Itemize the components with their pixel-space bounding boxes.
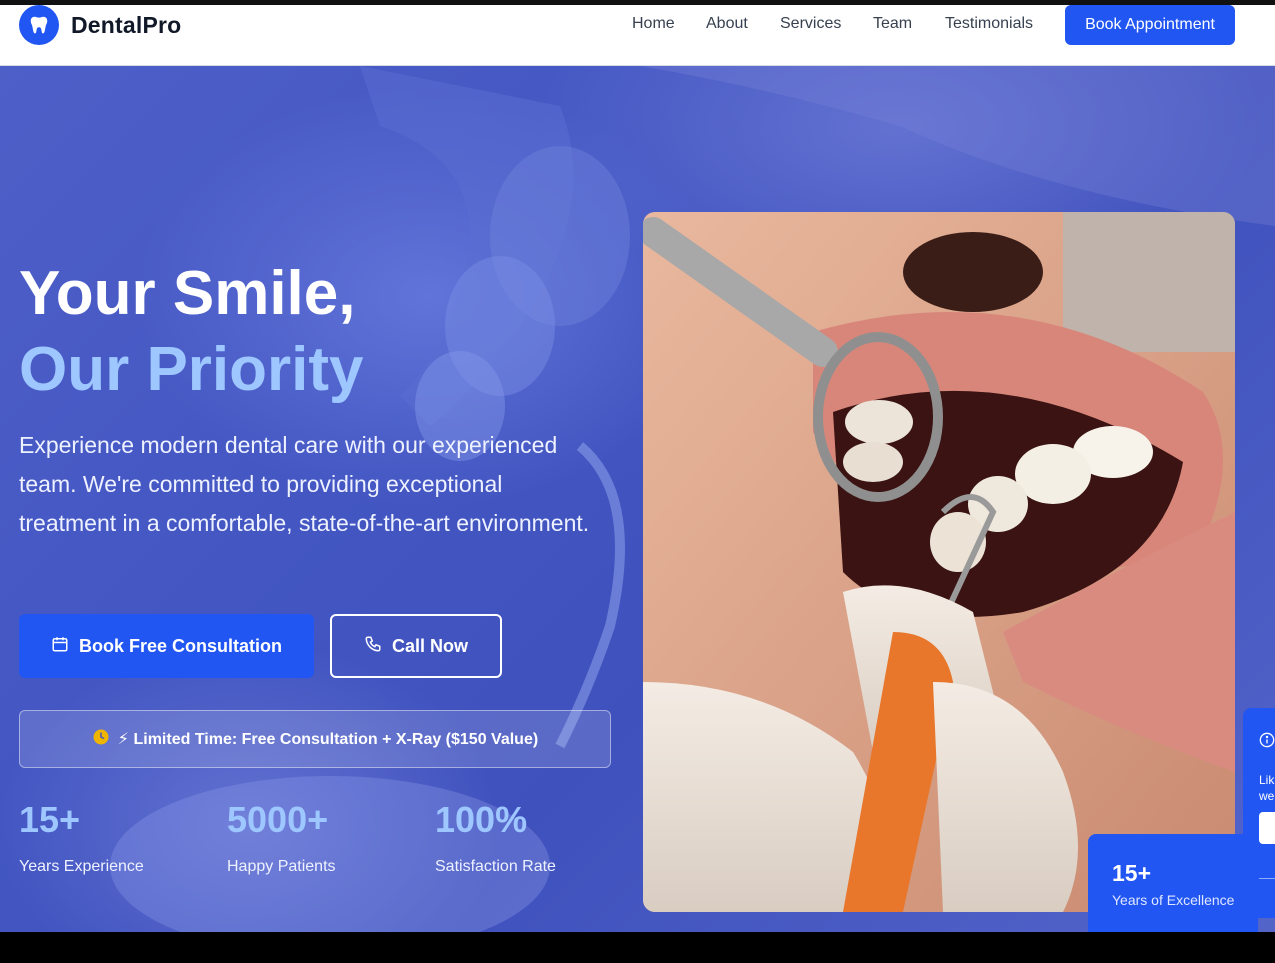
stat-value: 100%	[435, 799, 528, 840]
logo[interactable]: DentalPro	[19, 5, 181, 45]
stat-years: 15+ Years Experience	[19, 800, 144, 876]
calendar-icon	[51, 635, 69, 658]
phone-icon	[364, 635, 382, 658]
hero-subtitle: Experience modern dental care with our e…	[19, 432, 590, 536]
info-icon	[1259, 732, 1275, 753]
side-widget-text-line2: we	[1259, 789, 1275, 803]
stat-label: Satisfaction Rate	[435, 858, 556, 875]
promo-text: ⚡ Limited Time: Free Consultation + X-Ra…	[117, 731, 539, 748]
experience-label: Years of Excellence	[1112, 892, 1235, 908]
dental-exam-photo	[643, 212, 1235, 912]
book-appointment-button[interactable]: Book Appointment	[1065, 5, 1235, 45]
call-now-button[interactable]: Call Now	[330, 614, 502, 678]
page-bottom-band	[0, 932, 1275, 963]
hero-title-line2: Our Priority	[19, 335, 364, 404]
nav-home[interactable]: Home	[632, 15, 675, 33]
nav-team[interactable]: Team	[873, 15, 912, 33]
side-widget-text-line1: Lik	[1259, 773, 1275, 787]
stat-satisfaction: 100% Satisfaction Rate	[435, 800, 556, 876]
stat-value: 15+	[19, 799, 81, 840]
stat-patients: 5000+ Happy Patients	[227, 800, 336, 876]
tooth-icon	[19, 5, 59, 45]
hero-section: Your Smile, Our Priority Experience mode…	[0, 66, 1275, 932]
stat-label: Happy Patients	[227, 858, 336, 875]
promo-banner: ⚡ Limited Time: Free Consultation + X-Ra…	[19, 710, 611, 768]
experience-value: 15+	[1112, 860, 1152, 886]
side-chat-widget[interactable]: Lik we	[1243, 708, 1275, 918]
brand-name: DentalPro	[71, 11, 182, 38]
stat-label: Years Experience	[19, 858, 144, 875]
book-free-consultation-button[interactable]: Book Free Consultation	[19, 614, 314, 678]
experience-card: 15+ Years of Excellence	[1088, 834, 1258, 932]
clock-icon	[92, 728, 110, 751]
side-widget-divider	[1259, 878, 1275, 879]
nav-about[interactable]: About	[706, 15, 748, 33]
hero-title-line1: Your Smile,	[19, 259, 356, 328]
stat-value: 5000+	[227, 799, 329, 840]
side-widget-input[interactable]	[1259, 812, 1275, 844]
call-now-label: Call Now	[391, 635, 468, 656]
navbar: DentalPro Home About Services Team Testi…	[0, 5, 1275, 66]
book-free-consultation-label: Book Free Consultation	[78, 635, 282, 656]
nav-testimonials[interactable]: Testimonials	[945, 15, 1033, 33]
hero-title: Your Smile, Our Priority	[19, 256, 364, 408]
side-widget-text: Lik we	[1259, 772, 1274, 804]
nav-services[interactable]: Services	[780, 15, 841, 33]
